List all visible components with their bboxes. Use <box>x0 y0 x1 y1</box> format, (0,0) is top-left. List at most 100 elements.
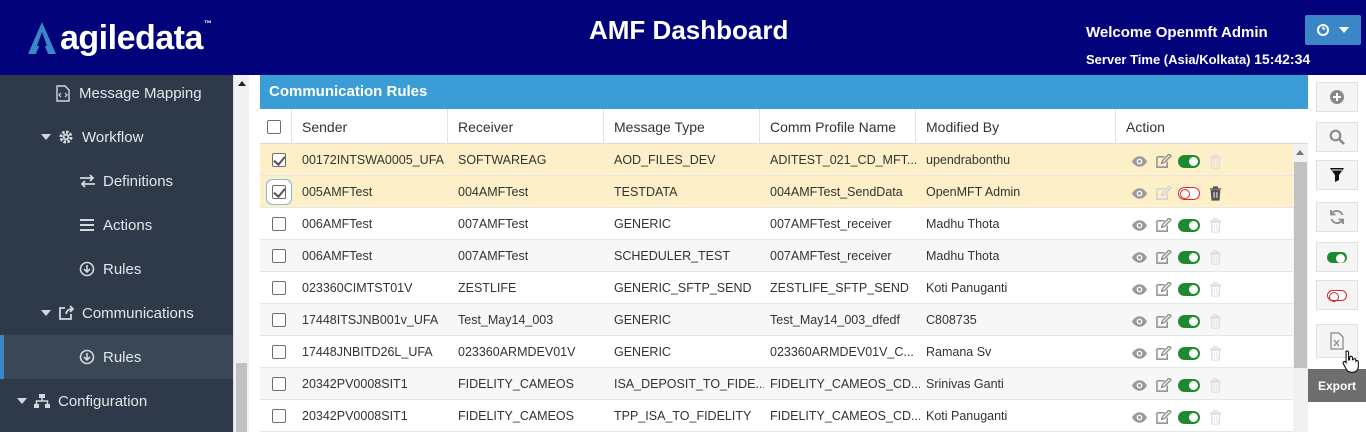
table-row[interactable]: 17448JNBITD26L_UFA 023360ARMDEV01V GENERIC… <box>260 336 1293 368</box>
row-checkbox[interactable] <box>272 249 286 263</box>
row-actions <box>1130 281 1224 297</box>
status-toggle-on-icon[interactable] <box>1178 154 1200 168</box>
delete-icon[interactable] <box>1206 377 1224 393</box>
column-header-receiver[interactable]: Receiver <box>448 109 604 144</box>
delete-icon[interactable] <box>1206 409 1224 425</box>
table-row[interactable]: 00172INTSWA0005_UFA SOFTWAREAG AOD_FILES_D… <box>260 144 1293 176</box>
cell-message-type: ISA_DEPOSIT_TO_FIDE... <box>614 377 764 391</box>
sidebar-item-actions[interactable]: Actions <box>0 203 233 247</box>
edit-icon[interactable] <box>1154 377 1172 393</box>
cell-comm-profile: Test_May14_003_dfedf <box>770 313 900 327</box>
select-all-checkbox[interactable] <box>266 119 281 134</box>
column-header-modified-by[interactable]: Modified By <box>916 109 1116 144</box>
row-checkbox[interactable] <box>272 313 286 327</box>
table-row[interactable]: 17448ITSJNB001v_UFA Test_May14_003 GENERIC… <box>260 304 1293 336</box>
status-toggle-off-icon[interactable] <box>1178 186 1200 200</box>
table-row[interactable]: 20342PV0008SIT1 FIDELITY_CAMEOS TPP_ISA_TO… <box>260 400 1293 432</box>
cell-comm-profile: ADITEST_021_CD_MFT... <box>770 153 918 167</box>
row-checkbox[interactable] <box>272 377 286 391</box>
agiledata-logo[interactable]: agiledata™ <box>22 18 212 58</box>
column-header-comm-profile[interactable]: Comm Profile Name <box>760 109 916 144</box>
status-toggle-on-icon[interactable] <box>1178 314 1200 328</box>
delete-icon[interactable] <box>1206 185 1224 201</box>
edit-icon[interactable] <box>1154 153 1172 169</box>
column-header-message-type[interactable]: Message Type <box>604 109 760 144</box>
toggle-on-icon <box>1327 251 1347 263</box>
sidebar-item-message-mapping[interactable]: Message Mapping <box>0 71 233 115</box>
table-row[interactable]: 023360CIMTST01V ZESTLIFE GENERIC_SFTP_SEND… <box>260 272 1293 304</box>
edit-icon[interactable] <box>1154 281 1172 297</box>
cell-receiver: 007AMFTest <box>458 217 529 231</box>
view-icon[interactable] <box>1130 281 1148 297</box>
user-settings-icon <box>1317 24 1329 36</box>
add-button[interactable] <box>1316 82 1358 112</box>
edit-icon[interactable] <box>1154 313 1172 329</box>
enable-all-button[interactable] <box>1316 242 1358 272</box>
cell-receiver: ZESTLIFE <box>458 281 517 295</box>
view-icon[interactable] <box>1130 153 1148 169</box>
caret-down-icon <box>41 134 51 140</box>
view-icon[interactable] <box>1130 313 1148 329</box>
sidebar-item-communications-rules[interactable]: Rules <box>0 335 233 379</box>
row-checkbox[interactable] <box>272 281 286 295</box>
row-checkbox[interactable] <box>272 409 286 423</box>
status-toggle-on-icon[interactable] <box>1178 410 1200 424</box>
table-scrollbar[interactable] <box>1293 144 1308 432</box>
cell-comm-profile: ZESTLIFE_SFTP_SEND <box>770 281 909 295</box>
search-button[interactable] <box>1316 122 1358 152</box>
toggle-off-icon <box>1327 289 1347 302</box>
status-toggle-on-icon[interactable] <box>1178 282 1200 296</box>
view-icon[interactable] <box>1130 345 1148 361</box>
row-actions <box>1130 153 1224 169</box>
cell-message-type: GENERIC <box>614 313 671 327</box>
edit-icon[interactable] <box>1154 217 1172 233</box>
sidebar-item-configuration[interactable]: Configuration <box>0 379 233 423</box>
cell-sender: 006AMFTest <box>302 217 373 231</box>
view-icon[interactable] <box>1130 185 1148 201</box>
delete-icon[interactable] <box>1206 153 1224 169</box>
row-checkbox[interactable] <box>272 217 286 231</box>
sidebar-item-workflow-rules[interactable]: Rules <box>0 247 233 291</box>
filter-button[interactable] <box>1316 160 1358 190</box>
disable-all-button[interactable] <box>1316 280 1358 310</box>
scrollbar-thumb[interactable] <box>1294 162 1307 368</box>
row-checkbox[interactable] <box>272 185 286 199</box>
status-toggle-on-icon[interactable] <box>1178 250 1200 264</box>
sidebar: Message Mapping Workflow Definitions Act… <box>0 75 233 432</box>
table-row[interactable]: 006AMFTest 007AMFTest SCHEDULER_TEST 007AMF… <box>260 240 1293 272</box>
delete-icon[interactable] <box>1206 217 1224 233</box>
view-icon[interactable] <box>1130 249 1148 265</box>
edit-icon[interactable] <box>1154 409 1172 425</box>
sidebar-item-workflow[interactable]: Workflow <box>0 115 233 159</box>
user-menu-button[interactable] <box>1305 15 1361 45</box>
view-icon[interactable] <box>1130 409 1148 425</box>
status-toggle-on-icon[interactable] <box>1178 346 1200 360</box>
row-checkbox[interactable] <box>272 153 286 167</box>
table-row[interactable]: 005AMFTest 004AMFTest TESTDATA 004AMFTest_S… <box>260 176 1293 208</box>
edit-icon[interactable] <box>1154 185 1172 201</box>
scrollbar-thumb[interactable] <box>236 363 247 432</box>
delete-icon[interactable] <box>1206 345 1224 361</box>
view-icon[interactable] <box>1130 217 1148 233</box>
refresh-button[interactable] <box>1316 202 1358 232</box>
column-header-sender[interactable]: Sender <box>292 109 448 144</box>
delete-icon[interactable] <box>1206 281 1224 297</box>
cell-modified-by: Ramana Sv <box>926 345 992 359</box>
cell-message-type: GENERIC_SFTP_SEND <box>614 281 752 295</box>
sidebar-item-definitions[interactable]: Definitions <box>0 159 233 203</box>
table-row[interactable]: 006AMFTest 007AMFTest GENERIC 007AMFTest_re… <box>260 208 1293 240</box>
status-toggle-on-icon[interactable] <box>1178 378 1200 392</box>
table-row[interactable]: 20342PV0008SIT1 FIDELITY_CAMEOS ISA_DEPOSI… <box>260 368 1293 400</box>
delete-icon[interactable] <box>1206 313 1224 329</box>
status-toggle-on-icon[interactable] <box>1178 218 1200 232</box>
view-icon[interactable] <box>1130 377 1148 393</box>
edit-icon[interactable] <box>1154 249 1172 265</box>
delete-icon[interactable] <box>1206 249 1224 265</box>
sidebar-scrollbar[interactable] <box>233 75 249 432</box>
list-icon <box>78 216 96 234</box>
sidebar-item-communications[interactable]: Communications <box>0 291 233 335</box>
edit-icon[interactable] <box>1154 345 1172 361</box>
row-checkbox[interactable] <box>272 345 286 359</box>
scroll-up-arrow-icon[interactable] <box>1296 150 1304 155</box>
scroll-up-arrow-icon[interactable] <box>238 81 246 86</box>
